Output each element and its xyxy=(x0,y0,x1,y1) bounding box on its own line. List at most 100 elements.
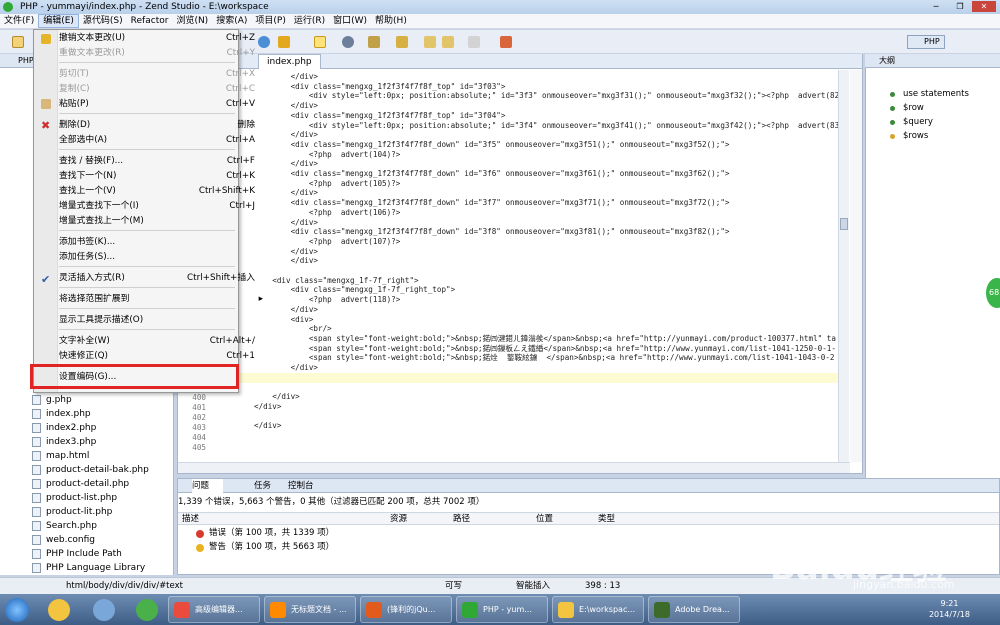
menu-item[interactable]: 全部选中(A) Ctrl+A xyxy=(59,133,255,148)
code-line[interactable]: <span style="font-weight:bold;">&nbsp;鍩㈣… xyxy=(254,334,836,344)
globe-icon[interactable] xyxy=(258,36,270,48)
menu-project[interactable]: 项目(P) xyxy=(251,14,289,28)
taskbar-task[interactable]: E:\workspac... xyxy=(552,596,644,623)
menu-search[interactable]: 搜索(A) xyxy=(212,14,251,28)
file-tree-item[interactable]: map.html xyxy=(32,449,89,463)
code-line[interactable]: <div class="mengxg_1f2f3f4f7f8f_down" id… xyxy=(254,198,730,208)
back-icon[interactable] xyxy=(424,36,436,48)
menu-source[interactable]: 源代码(S) xyxy=(79,14,127,28)
minimize-button[interactable]: ─ xyxy=(924,1,948,12)
code-line[interactable]: <div class="mengxg_1f2f3f4f7f8f_down" id… xyxy=(254,169,730,179)
outline-item[interactable]: use statements xyxy=(903,88,969,101)
code-line[interactable]: </div> xyxy=(254,421,281,431)
problems-row-errors[interactable]: 错误（第 100 项，共 1339 项） xyxy=(196,527,334,540)
menu-item[interactable]: 灵活插入方式(R) Ctrl+Shift+插入 xyxy=(59,271,255,286)
file-tree-item[interactable]: g.php xyxy=(32,393,72,407)
file-tree-item[interactable]: Search.php xyxy=(32,519,97,533)
code-line[interactable]: <div class="mengxg_1f-7f_right"> xyxy=(254,276,418,286)
menu-run[interactable]: 运行(R) xyxy=(290,14,329,28)
file-tree-item[interactable]: index3.php xyxy=(32,435,96,449)
code-line[interactable]: <div class="mengxg_1f2f3f4f7f8f_down" id… xyxy=(254,140,730,150)
code-line[interactable]: </div> xyxy=(254,402,281,412)
tab-problems[interactable]: 问题 xyxy=(192,479,224,493)
code-line[interactable]: </div> xyxy=(254,247,318,257)
menu-item[interactable]: 显示工具提示描述(O) xyxy=(59,313,235,328)
prev-icon[interactable] xyxy=(442,36,454,48)
code-line[interactable]: <div class="mengxg_1f2f3f4f7f8f_top" id=… xyxy=(254,111,506,121)
file-tree-item[interactable]: PHP Language Library xyxy=(32,561,145,575)
maximize-button[interactable]: ❐ xyxy=(948,1,972,12)
menu-window[interactable]: 窗口(W) xyxy=(329,14,371,28)
problems-row-warnings[interactable]: 警告（第 100 项，共 5663 项） xyxy=(196,541,334,554)
menu-item[interactable]: 快速修正(Q) Ctrl+1 xyxy=(59,349,255,364)
menu-item[interactable]: 添加任务(S)... xyxy=(59,250,235,265)
search-icon[interactable] xyxy=(93,599,115,621)
file-tree-item[interactable]: product-list.php xyxy=(32,491,117,505)
menu-item[interactable]: 复制(C) Ctrl+C xyxy=(59,82,255,97)
menu-item[interactable]: 重做文本更改(R) Ctrl+Y xyxy=(59,46,255,61)
taskbar-task[interactable]: 高级编辑器... xyxy=(168,596,260,623)
file-tree-item[interactable]: product-detail.php xyxy=(32,477,129,491)
taskbar-task[interactable]: PHP - yum... xyxy=(456,596,548,623)
file-tree-item[interactable]: product-lit.php xyxy=(32,505,112,519)
code-line[interactable]: </div> xyxy=(254,130,318,140)
file-tree-item[interactable]: web.config xyxy=(32,533,95,547)
menu-item[interactable]: 删除(D) 删除 xyxy=(59,118,255,133)
run-icon[interactable] xyxy=(278,36,290,48)
taskbar-task[interactable]: 无标题文档 - ... xyxy=(264,596,356,623)
code-line[interactable]: </div> xyxy=(254,159,318,169)
column-path[interactable]: 路径 xyxy=(453,513,470,525)
menu-item[interactable]: 查找 / 替换(F)... Ctrl+F xyxy=(59,154,255,169)
menu-help[interactable]: 帮助(H) xyxy=(371,14,411,28)
code-line[interactable]: <div style="left:0px; position:absolute;… xyxy=(254,121,844,131)
tools-icon[interactable] xyxy=(500,36,512,48)
file-tree-item[interactable]: product-detail-bak.php xyxy=(32,463,149,477)
start-button[interactable] xyxy=(5,598,29,622)
outline-item[interactable]: $query xyxy=(903,116,933,129)
code-line[interactable]: <?php advert(107)?> xyxy=(254,237,400,247)
tab-console[interactable]: 控制台 xyxy=(288,479,314,493)
code-line[interactable]: </div> xyxy=(254,218,318,228)
editor-horizontal-scrollbar[interactable] xyxy=(178,462,850,473)
annotation-icon[interactable] xyxy=(368,36,380,48)
explorer-icon[interactable] xyxy=(48,599,70,621)
overview-ruler[interactable] xyxy=(850,70,862,462)
menu-navigate[interactable]: 浏览(N) xyxy=(172,14,212,28)
code-line[interactable]: <div style="left:0px; position:absolute;… xyxy=(254,91,844,101)
column-location[interactable]: 位置 xyxy=(536,513,553,525)
sync-icon[interactable] xyxy=(136,599,158,621)
column-type[interactable]: 类型 xyxy=(598,513,615,525)
highlight-icon[interactable] xyxy=(314,36,326,48)
code-line[interactable]: <div class="mengxg_1f-7f_right_top"> xyxy=(254,285,456,295)
menu-item[interactable]: 粘贴(P) Ctrl+V xyxy=(59,97,255,112)
menu-item[interactable]: 剪切(T) Ctrl+X xyxy=(59,67,255,82)
menu-item[interactable]: 查找下一个(N) Ctrl+K xyxy=(59,169,255,184)
taskbar-task[interactable]: Adobe Drea... xyxy=(648,596,740,623)
code-line[interactable]: </div> xyxy=(254,392,299,402)
scrollbar-thumb[interactable] xyxy=(840,218,848,230)
menu-item[interactable]: 撤销文本更改(U) Ctrl+Z xyxy=(59,31,255,46)
code-line[interactable]: <div class="mengxg_1f2f3f4f7f8f_down" id… xyxy=(254,227,730,237)
menu-item[interactable]: 添加书签(K)... xyxy=(59,235,235,250)
editor-tab-index-php[interactable]: index.php xyxy=(258,54,321,69)
code-line[interactable]: <?php advert(118)?> xyxy=(254,295,400,305)
menu-item[interactable]: 将选择范围扩展到 ▸ xyxy=(59,292,263,307)
code-line[interactable]: <br/> xyxy=(254,324,332,334)
column-description[interactable]: 描述 xyxy=(182,513,199,525)
file-tree-item[interactable]: index2.php xyxy=(32,421,96,435)
menu-file[interactable]: 文件(F) xyxy=(0,14,38,28)
outline-tab[interactable]: 大纲 xyxy=(865,54,1000,68)
taskbar-task[interactable]: (锋利的jQu... xyxy=(360,596,452,623)
code-line[interactable]: <?php advert(105)?> xyxy=(254,179,400,189)
code-line[interactable]: <div> xyxy=(254,315,314,325)
code-line[interactable]: <?php advert(104)?> xyxy=(254,150,400,160)
code-line[interactable]: </div> xyxy=(254,188,318,198)
file-tree-item[interactable]: index.php xyxy=(32,407,91,421)
menu-item[interactable]: 文字补全(W) Ctrl+Alt+/ xyxy=(59,334,255,349)
menu-refactor[interactable]: Refactor xyxy=(127,14,173,28)
forward-icon[interactable] xyxy=(468,36,480,48)
code-line[interactable]: <div class="mengxg_1f2f3f4f7f8f_top" id=… xyxy=(254,82,506,92)
menu-item[interactable]: 增量式查找上一个(M) xyxy=(59,214,235,229)
menu-item[interactable]: 查找上一个(V) Ctrl+Shift+K xyxy=(59,184,255,199)
system-clock[interactable]: 9:21 2014/7/18 xyxy=(929,598,970,620)
